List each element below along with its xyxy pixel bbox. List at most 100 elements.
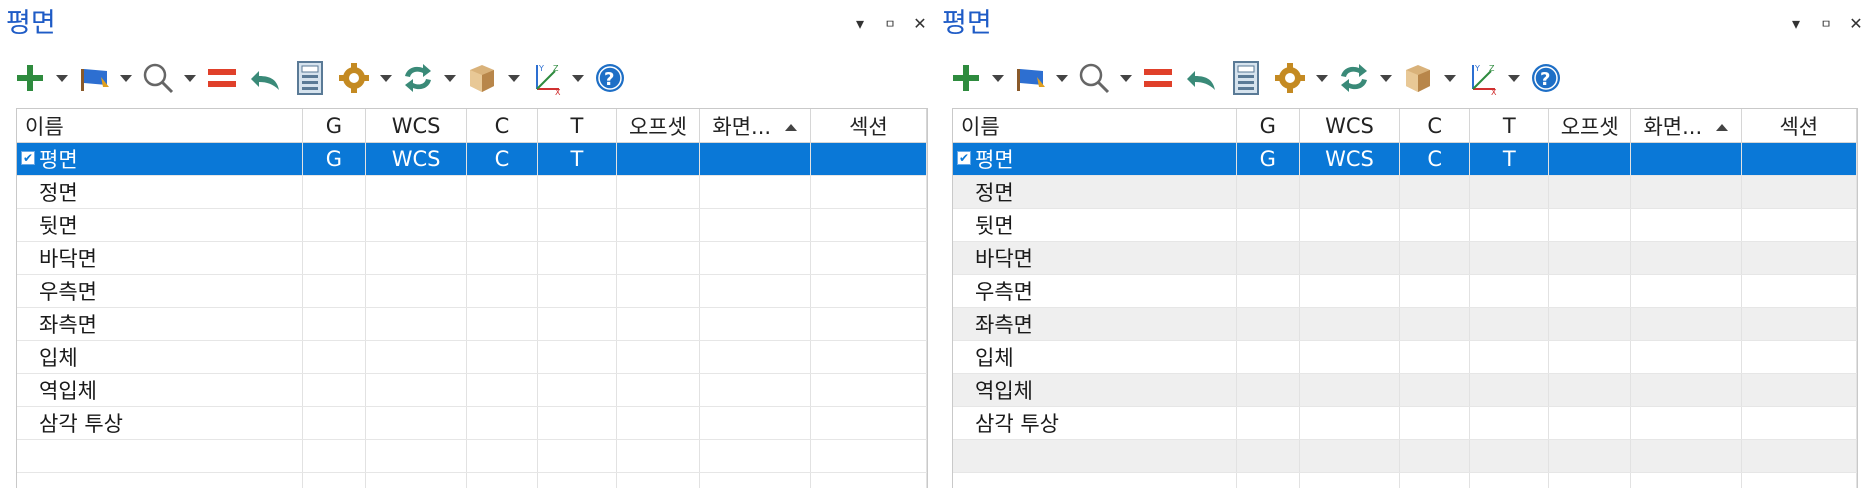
- table-row[interactable]: 역입체: [17, 374, 927, 407]
- pin-icon[interactable]: ㅁ: [1818, 14, 1834, 34]
- visibility-checkbox[interactable]: ✔: [957, 151, 971, 165]
- help-button[interactable]: ?: [1528, 56, 1564, 100]
- col-header-offset[interactable]: 오프셋: [1549, 109, 1631, 143]
- close-icon[interactable]: ✕: [912, 14, 928, 34]
- col-header-wcs[interactable]: WCS: [365, 109, 467, 143]
- table-row[interactable]: 정면: [953, 176, 1857, 209]
- undo-icon: [1184, 60, 1220, 96]
- col-header-name[interactable]: 이름: [17, 109, 302, 143]
- add-dropdown[interactable]: [48, 60, 76, 96]
- box-dropdown[interactable]: [500, 60, 528, 96]
- table-row[interactable]: 입체: [17, 341, 927, 374]
- refresh-dropdown[interactable]: [436, 60, 464, 96]
- table-row[interactable]: [17, 473, 927, 488]
- add-dropdown[interactable]: [984, 60, 1012, 96]
- pin-icon[interactable]: ㅁ: [882, 14, 898, 34]
- row-section-cell: [1741, 440, 1856, 473]
- col-header-g[interactable]: G: [1237, 109, 1299, 143]
- table-row[interactable]: 뒷면: [17, 209, 927, 242]
- row-name-cell: 우측면: [953, 275, 1237, 308]
- calculator-button[interactable]: [292, 56, 328, 100]
- undo-button[interactable]: [248, 56, 284, 100]
- flag-button[interactable]: [76, 56, 140, 100]
- refresh-button[interactable]: [400, 56, 464, 100]
- col-header-g[interactable]: G: [302, 109, 365, 143]
- row-name-label: 우측면: [975, 280, 1033, 304]
- settings-button[interactable]: [336, 56, 400, 100]
- row-t-cell: [537, 242, 617, 275]
- equals-button[interactable]: [1140, 56, 1176, 100]
- col-header-screen[interactable]: 화면...: [1631, 109, 1742, 143]
- row-wcs-cell: [365, 407, 467, 440]
- axes-dropdown[interactable]: [1500, 60, 1528, 96]
- col-header-section[interactable]: 섹션: [1741, 109, 1856, 143]
- flag-dropdown[interactable]: [1048, 60, 1076, 96]
- table-row[interactable]: 역입체: [953, 374, 1857, 407]
- col-header-wcs[interactable]: WCS: [1299, 109, 1400, 143]
- col-header-screen[interactable]: 화면...: [699, 109, 810, 143]
- row-name-cell: 뒷면: [953, 209, 1237, 242]
- table-row[interactable]: 입체: [953, 341, 1857, 374]
- equals-icon: [204, 60, 240, 96]
- refresh-dropdown[interactable]: [1372, 60, 1400, 96]
- table-row[interactable]: 우측면: [953, 275, 1857, 308]
- table-row[interactable]: 좌측면: [17, 308, 927, 341]
- undo-button[interactable]: [1184, 56, 1220, 100]
- settings-dropdown[interactable]: [372, 60, 400, 96]
- row-offset-cell: [617, 440, 699, 473]
- flag-button[interactable]: [1012, 56, 1076, 100]
- equals-button[interactable]: [204, 56, 240, 100]
- table-row[interactable]: ✔평면GWCSCT: [17, 143, 927, 176]
- row-wcs-cell: WCS: [365, 143, 467, 176]
- search-button[interactable]: [140, 56, 204, 100]
- box-dropdown[interactable]: [1436, 60, 1464, 96]
- settings-button[interactable]: [1272, 56, 1336, 100]
- flag-dropdown[interactable]: [112, 60, 140, 96]
- table-row[interactable]: 삼각 투상: [953, 407, 1857, 440]
- table-row[interactable]: 바닥면: [17, 242, 927, 275]
- row-offset-cell: [617, 308, 699, 341]
- table-row[interactable]: [953, 440, 1857, 473]
- table-row[interactable]: [953, 473, 1857, 488]
- table-row[interactable]: 정면: [17, 176, 927, 209]
- col-header-c[interactable]: C: [1400, 109, 1470, 143]
- col-header-t[interactable]: T: [1470, 109, 1549, 143]
- close-icon[interactable]: ✕: [1848, 14, 1864, 34]
- row-offset-cell: [617, 242, 699, 275]
- dropdown-icon[interactable]: ▾: [852, 14, 868, 34]
- dropdown-icon[interactable]: ▾: [1788, 14, 1804, 34]
- row-t-cell: [537, 473, 617, 488]
- table-row[interactable]: 우측면: [17, 275, 927, 308]
- refresh-button[interactable]: [1336, 56, 1400, 100]
- search-button[interactable]: [1076, 56, 1140, 100]
- add-button[interactable]: [948, 56, 1012, 100]
- col-header-c[interactable]: C: [467, 109, 537, 143]
- row-c-cell: [467, 176, 537, 209]
- search-dropdown[interactable]: [1112, 60, 1140, 96]
- row-wcs-cell: [365, 440, 467, 473]
- settings-dropdown[interactable]: [1308, 60, 1336, 96]
- table-row[interactable]: 뒷면: [953, 209, 1857, 242]
- help-icon: ?: [1528, 60, 1564, 96]
- col-header-name[interactable]: 이름: [953, 109, 1237, 143]
- axes-button[interactable]: YZX: [1464, 56, 1528, 100]
- calculator-button[interactable]: [1228, 56, 1264, 100]
- axes-button[interactable]: YZX: [528, 56, 592, 100]
- col-header-t[interactable]: T: [537, 109, 617, 143]
- row-section-cell: [810, 308, 926, 341]
- table-row[interactable]: ✔평면GWCSCT: [953, 143, 1857, 176]
- search-dropdown[interactable]: [176, 60, 204, 96]
- row-name-label: 역입체: [39, 379, 97, 403]
- help-button[interactable]: ?: [592, 56, 628, 100]
- col-header-offset[interactable]: 오프셋: [617, 109, 699, 143]
- box-button[interactable]: [464, 56, 528, 100]
- box-button[interactable]: [1400, 56, 1464, 100]
- table-row[interactable]: [17, 440, 927, 473]
- table-row[interactable]: 좌측면: [953, 308, 1857, 341]
- add-button[interactable]: [12, 56, 76, 100]
- axes-dropdown[interactable]: [564, 60, 592, 96]
- table-row[interactable]: 삼각 투상: [17, 407, 927, 440]
- table-row[interactable]: 바닥면: [953, 242, 1857, 275]
- visibility-checkbox[interactable]: ✔: [21, 151, 35, 165]
- col-header-section[interactable]: 섹션: [810, 109, 926, 143]
